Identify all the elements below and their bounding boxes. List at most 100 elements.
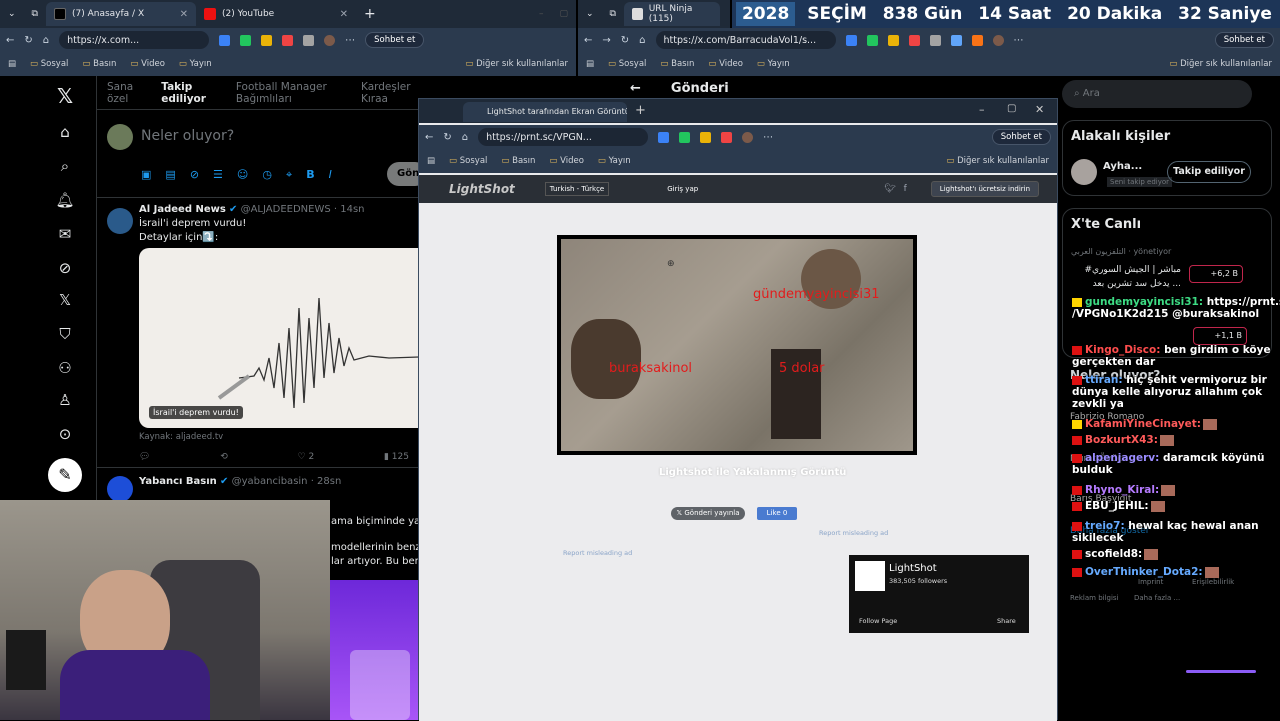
views-button[interactable]: ▮ 125 <box>384 452 409 462</box>
extension-icon[interactable] <box>658 131 670 143</box>
more-icon[interactable]: ⋯ <box>763 132 773 143</box>
gif-icon[interactable]: ▤ <box>165 168 175 182</box>
extension-icon[interactable] <box>721 131 733 143</box>
back-icon[interactable]: ← <box>584 35 592 46</box>
minimize-icon[interactable]: – <box>531 2 552 26</box>
compose-input[interactable]: Neler oluyor? <box>141 128 234 144</box>
repost-icon[interactable]: ⟲ <box>220 452 228 462</box>
more-icon[interactable]: ⋯ <box>345 35 355 46</box>
copilot-chat-button[interactable]: Sohbet et <box>365 32 425 48</box>
tab-url-ninja[interactable]: URL Ninja (115) <box>623 2 720 26</box>
grok-icon[interactable]: ⊘ <box>190 168 199 182</box>
live-text[interactable]: ... يدخل سد تشرين بعد <box>1071 279 1181 289</box>
extension-icon[interactable] <box>303 34 315 46</box>
extension-icon[interactable] <box>929 34 941 46</box>
avatar[interactable] <box>107 476 133 502</box>
extension-icon[interactable] <box>700 131 712 143</box>
bookmark-icon[interactable]: ⛉ <box>55 324 75 344</box>
profile-avatar[interactable] <box>742 131 754 143</box>
close-icon[interactable]: ✕ <box>180 9 188 20</box>
profile-avatar[interactable] <box>324 34 336 46</box>
bookmark-sosyal[interactable]: Sosyal <box>30 59 69 69</box>
bookmark-yayin[interactable]: Yayın <box>598 156 631 166</box>
extension-icon[interactable] <box>950 34 962 46</box>
extension-icon[interactable] <box>219 34 231 46</box>
tab-menu-icon[interactable]: ⌄ <box>0 2 24 26</box>
back-icon[interactable]: ← <box>425 132 433 143</box>
report-ad-link[interactable]: Report misleading ad <box>563 549 632 557</box>
footer-link[interactable]: Imprint <box>1138 578 1163 586</box>
copilot-chat-button[interactable]: Sohbet et <box>1214 32 1274 48</box>
extension-icon[interactable] <box>866 34 878 46</box>
tab-youtube[interactable]: (2) YouTube ✕ <box>196 2 356 26</box>
sidebar-toggle-icon[interactable]: ▤ <box>586 59 594 69</box>
fb-page-name[interactable]: LightShot <box>889 563 937 574</box>
sidebar-toggle-icon[interactable]: ▤ <box>8 59 16 69</box>
italic-icon[interactable]: I <box>329 168 332 182</box>
bookmark-basin[interactable]: Basın <box>660 59 694 69</box>
back-icon[interactable]: ← <box>6 35 14 46</box>
close-icon[interactable]: ✕ <box>340 9 348 20</box>
extension-icon[interactable] <box>971 34 983 46</box>
maximize-icon[interactable]: ▢ <box>1007 103 1016 114</box>
bookmark-other[interactable]: Diğer sık kullanılanlar <box>465 59 568 69</box>
link-source[interactable]: Kaynak: aljadeed.tv <box>139 432 223 442</box>
lightshot-logo[interactable]: LightShot <box>449 182 515 196</box>
x-logo-icon[interactable]: 𝕏 <box>55 86 75 106</box>
search-icon[interactable]: ⌕ <box>55 156 75 176</box>
location-icon[interactable]: ⌖ <box>286 168 292 182</box>
bookmark-basin[interactable]: Basın <box>82 59 116 69</box>
language-select[interactable]: Turkish - Türkçe <box>544 182 610 196</box>
maximize-icon[interactable]: ▢ <box>551 2 576 26</box>
avatar[interactable] <box>1071 159 1097 185</box>
tab-following[interactable]: Takip ediliyor <box>161 81 218 105</box>
profile-icon[interactable]: ♙ <box>55 390 75 410</box>
tab-football-manager[interactable]: Football Manager Bağımlıları <box>236 81 343 105</box>
grok-icon[interactable]: ⊘ <box>55 258 75 278</box>
reply-icon[interactable]: 💬︎ <box>139 452 150 462</box>
extension-icon[interactable] <box>845 34 857 46</box>
bookmark-sosyal[interactable]: Sosyal <box>608 59 647 69</box>
extension-icon[interactable] <box>887 34 899 46</box>
x-premium-icon[interactable]: 𝕏 <box>55 290 75 310</box>
tab-lightshot[interactable]: LightShot tarafından Ekran Görüntü <box>463 102 627 122</box>
extension-icon[interactable] <box>282 34 294 46</box>
home-icon[interactable]: ⌂ <box>55 122 75 142</box>
communities-icon[interactable]: ⚇ <box>55 358 75 378</box>
home-icon[interactable]: ⌂ <box>462 132 468 143</box>
tweet-button[interactable]: 𝕏 Gönderi yayınla <box>671 507 745 520</box>
like-button[interactable]: ♡ 2 <box>298 452 315 462</box>
profile-avatar[interactable] <box>992 34 1004 46</box>
extension-icon[interactable] <box>240 34 252 46</box>
poll-icon[interactable]: ☰ <box>213 168 223 182</box>
compose-post-button[interactable]: ✎ <box>48 458 82 492</box>
address-bar[interactable]: https://x.com... <box>59 31 210 49</box>
like-button[interactable]: Like 0 <box>757 507 797 520</box>
extension-icon[interactable] <box>261 34 273 46</box>
author-name[interactable]: Al Jadeed News <box>139 204 226 215</box>
address-bar[interactable]: https://x.com/BarracudaVol1/s... <box>655 31 836 49</box>
host-name[interactable]: التلفزيون العربي <box>1071 247 1126 256</box>
tab-kardesler[interactable]: Kardeşler Kıraa <box>361 81 418 105</box>
search-input[interactable]: ⌕ Ara <box>1062 80 1252 108</box>
sidebar-toggle-icon[interactable]: ▤ <box>427 156 435 166</box>
person-name[interactable]: Ayha... <box>1103 161 1142 172</box>
following-button[interactable]: Takip ediliyor <box>1167 161 1251 183</box>
footer-link[interactable]: Daha fazla ... <box>1134 594 1180 602</box>
bookmark-basin[interactable]: Basın <box>501 156 535 166</box>
tab-menu-icon[interactable]: ⌄ <box>578 2 602 26</box>
more-circle-icon[interactable]: ⊙ <box>55 424 75 444</box>
post-aljadeed[interactable]: Al Jadeed News ✔ @ALJADEEDNEWS · 14sn İs… <box>97 198 419 468</box>
login-link[interactable]: Giriş yap <box>667 185 698 193</box>
extension-icon[interactable] <box>908 34 920 46</box>
refresh-icon[interactable]: ↻ <box>24 35 32 46</box>
author-name[interactable]: Yabancı Basın <box>139 476 217 487</box>
refresh-icon[interactable]: ↻ <box>621 35 629 46</box>
emoji-icon[interactable]: ☺ <box>237 168 248 182</box>
twitter-icon[interactable]: 🐦︎ <box>884 184 895 194</box>
bookmark-yayin[interactable]: Yayın <box>757 59 790 69</box>
bookmark-other[interactable]: Diğer sık kullanılanlar <box>946 156 1049 166</box>
forward-icon[interactable]: → <box>602 35 610 46</box>
bell-icon[interactable]: 🔔︎ <box>55 190 75 210</box>
post-image[interactable]: İsrail'i deprem vurdu! <box>139 248 419 428</box>
